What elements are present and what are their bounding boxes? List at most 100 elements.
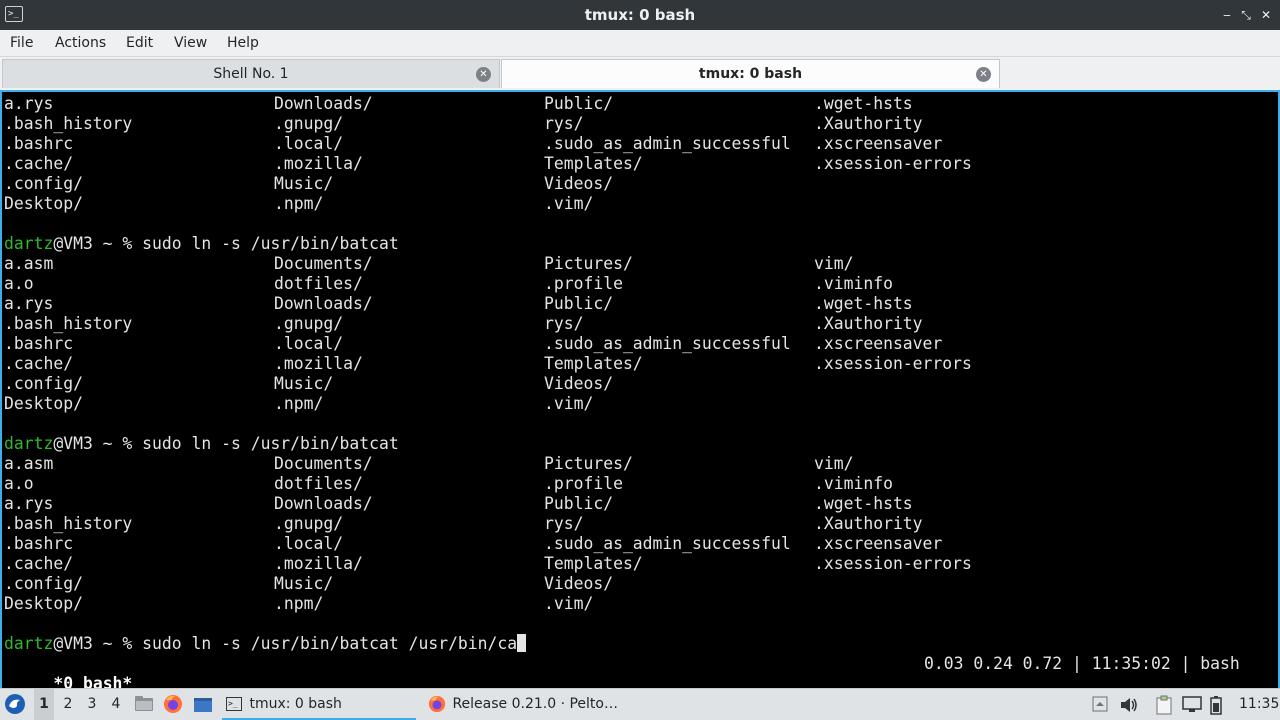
ls-entry: a.asm bbox=[4, 254, 54, 273]
close-icon[interactable]: ✕ bbox=[976, 67, 991, 82]
ls-entry: .config/ bbox=[4, 574, 83, 593]
ls-entry: .local/ bbox=[274, 534, 344, 553]
ls-entry: .vim/ bbox=[544, 394, 594, 413]
workspace-3[interactable]: 3 bbox=[82, 689, 102, 720]
terminal-line: .bashrc .local/ .sudo_as_admin_successful.… bbox=[4, 134, 942, 154]
ls-entry: Videos/ bbox=[544, 174, 614, 193]
ls-entry: Videos/ bbox=[544, 574, 614, 593]
terminal-line: .bash_history .gnupg/rys/ .Xauthority bbox=[4, 514, 923, 534]
task-firefox-release[interactable]: Release 0.21.0 · Pelto… bbox=[424, 689, 624, 720]
ls-entry: .xsession-errors bbox=[814, 354, 972, 373]
ls-entry: .bash_history bbox=[4, 514, 133, 533]
prompt-host: @VM3 ~ % bbox=[53, 234, 143, 253]
terminal-line: .config/Music/Videos/ bbox=[4, 574, 613, 594]
terminal-line: a.rys Downloads/Public/ .wget-hsts bbox=[4, 294, 913, 314]
ls-entry: .xscreensaver bbox=[814, 334, 943, 353]
ls-entry: .gnupg/ bbox=[274, 114, 344, 133]
desktop-launcher[interactable] bbox=[193, 689, 215, 720]
folder-icon bbox=[135, 696, 153, 711]
menu-view[interactable]: View bbox=[174, 30, 207, 57]
ls-entry: .wget-hsts bbox=[814, 494, 913, 513]
ls-entry: .sudo_as_admin_successful bbox=[544, 534, 791, 553]
ls-entry: Downloads/ bbox=[274, 294, 373, 313]
ls-entry: .config/ bbox=[4, 374, 83, 393]
terminal-prompt: dartz@VM3 ~ % sudo ln -s /usr/bin/batcat bbox=[4, 234, 399, 254]
command-text: sudo ln -s /usr/bin/batcat bbox=[142, 234, 399, 253]
ls-entry: .mozilla/ bbox=[274, 154, 363, 173]
terminal-line: Desktop/ .npm/ .vim/ bbox=[4, 594, 593, 614]
task-label: Release 0.21.0 · Pelto… bbox=[452, 696, 618, 712]
ls-entry: .bash_history bbox=[4, 314, 133, 333]
close-button[interactable]: ✕ bbox=[1258, 6, 1274, 24]
window-titlebar: >_ tmux: 0 bash ‒ ⤡ ✕ bbox=[0, 0, 1280, 30]
ls-entry: Desktop/ bbox=[4, 394, 83, 413]
network-indicator[interactable] bbox=[1182, 689, 1204, 720]
terminal-line: a.rys Downloads/Public/ .wget-hsts bbox=[4, 94, 913, 114]
ls-entry: Documents/ bbox=[274, 454, 373, 473]
firefox-icon bbox=[428, 695, 446, 713]
volume-control[interactable] bbox=[1120, 689, 1140, 720]
task-tmux-bash[interactable]: >_ tmux: 0 bash bbox=[222, 689, 416, 720]
close-icon[interactable]: ✕ bbox=[476, 67, 491, 82]
ls-entry: .wget-hsts bbox=[814, 94, 913, 113]
command-input[interactable]: sudo ln -s /usr/bin/batcat /usr/bin/ca bbox=[142, 634, 517, 653]
tab-shell-1[interactable]: Shell No. 1 ✕ bbox=[2, 59, 500, 88]
clock[interactable]: 11:35 bbox=[1239, 689, 1279, 720]
maximize-button[interactable]: ⤡ bbox=[1238, 6, 1254, 24]
terminal-line: .cache/ .mozilla/Templates/ .xsession-erro… bbox=[4, 354, 972, 374]
prompt-user: dartz bbox=[4, 634, 54, 653]
ls-entry: a.rys bbox=[4, 494, 54, 513]
ls-entry: Desktop/ bbox=[4, 594, 83, 613]
workspace-4[interactable]: 4 bbox=[106, 689, 126, 720]
ls-entry: .cache/ bbox=[4, 554, 74, 573]
window-title: tmux: 0 bash bbox=[584, 6, 696, 24]
file-manager-launcher[interactable] bbox=[134, 689, 156, 720]
menu-help[interactable]: Help bbox=[227, 30, 259, 57]
ls-entry: Documents/ bbox=[274, 254, 373, 273]
tmux-status-bar: *0 bash* 0.03 0.24 0.72 | 11:35:02 | bas… bbox=[4, 654, 1278, 693]
tab-label: Shell No. 1 bbox=[213, 66, 289, 82]
power-indicator[interactable] bbox=[1210, 689, 1228, 720]
ls-entry: Music/ bbox=[274, 574, 334, 593]
ls-entry: .bashrc bbox=[4, 534, 74, 553]
terminal-view[interactable]: a.rys Downloads/Public/ .wget-hsts .bash_h… bbox=[0, 90, 1280, 693]
tray-expander[interactable] bbox=[1092, 689, 1110, 720]
terminal-line: .bash_history .gnupg/rys/ .Xauthority bbox=[4, 314, 923, 334]
ls-entry: .viminfo bbox=[814, 274, 893, 293]
ls-entry: .local/ bbox=[274, 334, 344, 353]
terminal-line: a.rys Downloads/Public/ .wget-hsts bbox=[4, 494, 913, 514]
ls-entry: Downloads/ bbox=[274, 94, 373, 113]
menu-edit[interactable]: Edit bbox=[126, 30, 153, 57]
ls-entry: .npm/ bbox=[274, 194, 324, 213]
ls-entry: .xsession-errors bbox=[814, 154, 972, 173]
minimize-button[interactable]: ‒ bbox=[1219, 6, 1235, 24]
ls-entry: Downloads/ bbox=[274, 494, 373, 513]
ls-entry: Public/ bbox=[544, 94, 614, 113]
ls-entry: .npm/ bbox=[274, 594, 324, 613]
ls-entry: .bashrc bbox=[4, 334, 74, 353]
ls-entry: .cache/ bbox=[4, 354, 74, 373]
terminal-prompt-current[interactable]: dartz@VM3 ~ % sudo ln -s /usr/bin/batcat… bbox=[4, 634, 527, 654]
firefox-icon bbox=[164, 695, 182, 713]
tab-tmux-bash[interactable]: tmux: 0 bash ✕ bbox=[501, 59, 1000, 88]
ls-entry: .profile bbox=[544, 274, 623, 293]
ls-entry: .mozilla/ bbox=[274, 354, 363, 373]
terminal-icon: >_ bbox=[226, 697, 242, 711]
firefox-launcher[interactable] bbox=[163, 689, 185, 720]
ls-entry: .profile bbox=[544, 474, 623, 493]
terminal-line: a.o dotfiles/ .profile .viminfo bbox=[4, 274, 893, 294]
workspace-1[interactable]: 1 bbox=[34, 689, 54, 720]
network-icon bbox=[1182, 696, 1202, 712]
tab-bar: Shell No. 1 ✕ tmux: 0 bash ✕ bbox=[0, 57, 1280, 90]
clipboard-manager[interactable] bbox=[1156, 689, 1176, 720]
menu-file[interactable]: File bbox=[10, 30, 33, 57]
ls-entry: Public/ bbox=[544, 294, 614, 313]
ls-entry: a.o bbox=[4, 474, 34, 493]
ls-entry: rys/ bbox=[544, 314, 584, 333]
app-menu-button[interactable] bbox=[4, 689, 28, 720]
menu-actions[interactable]: Actions bbox=[55, 30, 106, 57]
terminal-line: .bashrc .local/ .sudo_as_admin_successful.… bbox=[4, 334, 942, 354]
ls-entry: .wget-hsts bbox=[814, 294, 913, 313]
workspace-2[interactable]: 2 bbox=[58, 689, 78, 720]
ls-entry: Music/ bbox=[274, 374, 334, 393]
